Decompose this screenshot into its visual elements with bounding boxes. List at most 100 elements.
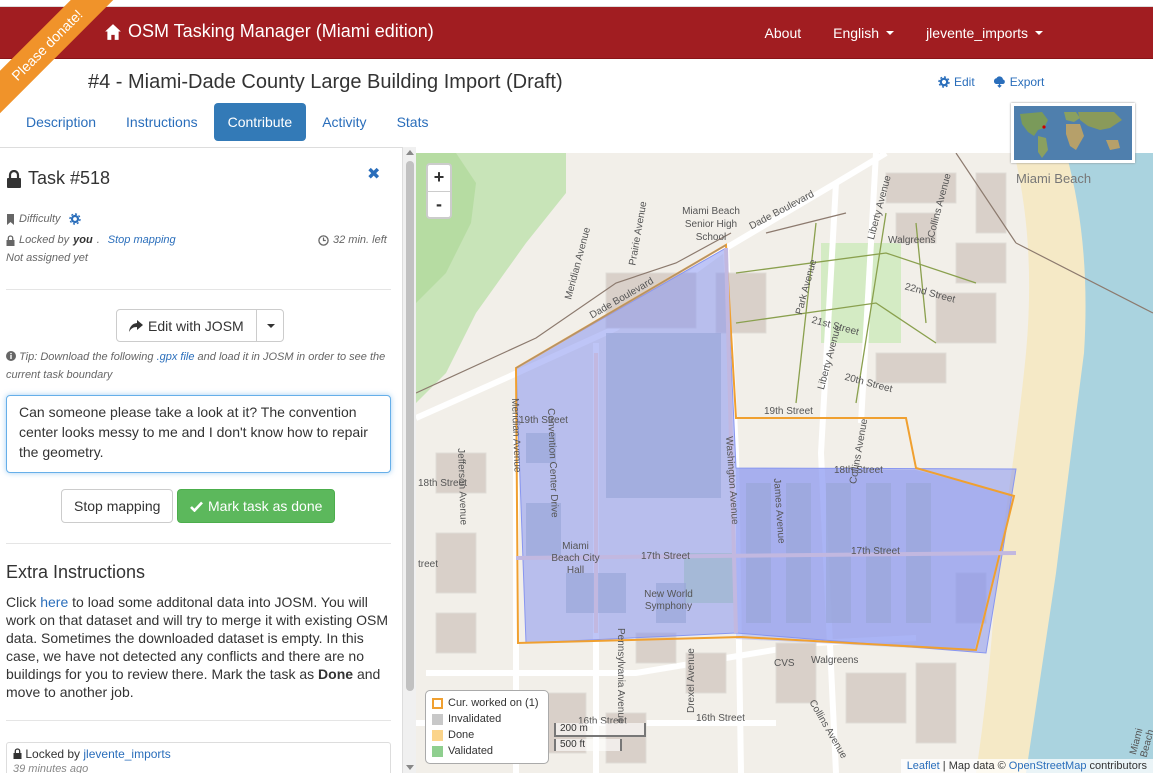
home-icon	[105, 23, 121, 40]
locked-by: you	[73, 234, 93, 246]
project-export-link[interactable]: Export	[993, 75, 1044, 89]
chevron-down-icon	[886, 31, 895, 35]
map-label-17th-a: 17th Street	[641, 551, 690, 562]
history-line: Locked by jlevente_imports	[13, 747, 384, 761]
legend-label: Done	[448, 729, 475, 741]
map-label-19th-b: 19th Street	[519, 415, 568, 426]
share-arrow-icon	[129, 319, 143, 332]
edit-josm-button[interactable]: Edit with JOSM	[117, 310, 257, 341]
scrollbar-thumb[interactable]	[406, 161, 414, 691]
legend-label: Cur. worked on (1)	[448, 697, 539, 709]
legend-swatch-done	[432, 729, 443, 741]
load-data-link[interactable]: here	[40, 594, 68, 610]
tab-description[interactable]: Description	[12, 103, 110, 141]
comment-textarea[interactable]: Can someone please take a look at it? Th…	[6, 395, 391, 473]
overview-minimap[interactable]	[1011, 103, 1135, 163]
chevron-down-icon	[1035, 31, 1043, 35]
locked-row: Locked by you. Stop mapping	[6, 234, 176, 246]
scroll-up-icon[interactable]	[406, 150, 414, 155]
legend-item: Done	[432, 727, 542, 743]
task-title: Task #518	[28, 168, 111, 188]
check-icon	[190, 501, 203, 512]
history-user-link[interactable]: jlevente_imports	[83, 747, 170, 761]
nav-user-label: jlevente_imports	[926, 25, 1028, 41]
map-attribution: Leaflet | Map data © OpenStreetMap contr…	[900, 759, 1153, 773]
tab-activity[interactable]: Activity	[308, 103, 380, 141]
difficulty-label: Difficulty	[19, 213, 61, 225]
locked-prefix: Locked by	[19, 234, 70, 246]
map-label-new-world: New World Symphony	[644, 589, 693, 612]
tab-stats[interactable]: Stats	[383, 103, 443, 141]
info-icon	[6, 351, 16, 361]
world-map-thumbnail	[1014, 106, 1132, 160]
legend-item: Validated	[432, 743, 542, 759]
stop-mapping-button[interactable]: Stop mapping	[61, 489, 174, 523]
history-entry: Locked by jlevente_imports 39 minutes ag…	[6, 742, 391, 773]
assigned-status: Not assigned yet	[6, 252, 88, 264]
history-prefix: Locked by	[25, 747, 81, 761]
map-label-16th-b: 16th Street	[696, 713, 745, 724]
difficulty-row: Difficulty	[6, 213, 81, 225]
edit-josm-button-group: Edit with JOSM	[116, 309, 284, 342]
history-time: 39 minutes ago	[13, 763, 89, 773]
gpx-file-link[interactable]: .gpx file	[157, 351, 195, 363]
extra-instructions-text: Click here to load some additonal data i…	[6, 593, 396, 701]
stop-mapping-link[interactable]: Stop mapping	[108, 234, 176, 246]
lock-icon	[7, 169, 21, 188]
map-label-19th-a: 19th Street	[764, 406, 813, 417]
mark-done-button[interactable]: Mark task as done	[177, 489, 336, 523]
legend-swatch-invalidated	[432, 713, 443, 725]
sidebar-scrollbar[interactable]	[402, 147, 416, 773]
map-label-walgreens-2: Walgreens	[811, 655, 859, 666]
close-icon[interactable]: ✖	[367, 164, 380, 184]
extra-instructions-heading: Extra Instructions	[6, 562, 146, 582]
map-label-cvs: CVS	[774, 658, 795, 669]
divider	[6, 289, 391, 290]
nav-about[interactable]: About	[749, 25, 818, 41]
time-left: 32 min. left	[318, 234, 387, 246]
clock-icon	[318, 234, 329, 246]
map-label-school: Miami Beach Senior High School	[682, 206, 740, 243]
zoom-out-button[interactable]: -	[428, 191, 450, 217]
tip-prefix: Tip: Download the following	[19, 351, 154, 363]
time-left-label: 32 min. left	[333, 234, 387, 246]
project-actions: Edit Export	[938, 75, 1044, 89]
edit-josm-label: Edit with JOSM	[148, 317, 244, 334]
navbar: OSM Tasking Manager (Miami edition) Abou…	[0, 7, 1153, 59]
task-map[interactable]: Miami Beach Dade Boulevard Dade Boulevar…	[416, 153, 1153, 773]
gear-icon[interactable]	[68, 213, 81, 225]
map-label-17th-b: 17th Street	[851, 546, 900, 557]
map-label-miami-beach: Miami Beach	[1016, 171, 1092, 186]
locked-period: .	[96, 234, 100, 246]
navbar-links: About English jlevente_imports	[749, 7, 1153, 59]
brand-link[interactable]: OSM Tasking Manager (Miami edition)	[104, 21, 434, 42]
bookmark-icon	[7, 213, 14, 225]
browser-top-strip	[0, 0, 1153, 7]
project-tabs: Description Instructions Contribute Acti…	[12, 103, 444, 141]
stop-mapping-button-label: Stop mapping	[74, 498, 161, 514]
lock-icon	[6, 234, 15, 246]
legend-item: Cur. worked on (1)	[432, 695, 542, 711]
legend-swatch-current	[432, 697, 443, 709]
legend-label: Validated	[448, 745, 494, 757]
attribution-end: contributors	[1089, 760, 1147, 772]
osm-link[interactable]: OpenStreetMap	[1009, 760, 1087, 772]
tab-instructions[interactable]: Instructions	[112, 103, 212, 141]
editor-dropdown-toggle[interactable]	[257, 310, 283, 341]
map-tiles	[416, 153, 1153, 773]
nav-language-dropdown[interactable]: English	[817, 25, 910, 41]
map-label-pennsylvania: Pennsylvania Avenue	[615, 628, 626, 724]
extra-bold-done: Done	[318, 666, 354, 682]
scale-imperial: 500 ft	[554, 739, 622, 751]
nav-user-dropdown[interactable]: jlevente_imports	[910, 25, 1153, 41]
scale-metric: 200 m	[554, 723, 646, 737]
map-label-drexel: Drexel Avenue	[686, 648, 697, 713]
task-sidebar: Task #518 ✖ Difficulty Locked by you. St…	[0, 147, 402, 773]
project-edit-link[interactable]: Edit	[938, 75, 975, 89]
gpx-tip: Tip: Download the following .gpx file an…	[6, 348, 386, 384]
scroll-down-icon[interactable]	[406, 765, 414, 770]
zoom-in-button[interactable]: +	[428, 165, 450, 191]
tab-contribute[interactable]: Contribute	[213, 103, 307, 141]
legend-swatch-validated	[432, 745, 443, 757]
leaflet-link[interactable]: Leaflet	[907, 760, 940, 772]
